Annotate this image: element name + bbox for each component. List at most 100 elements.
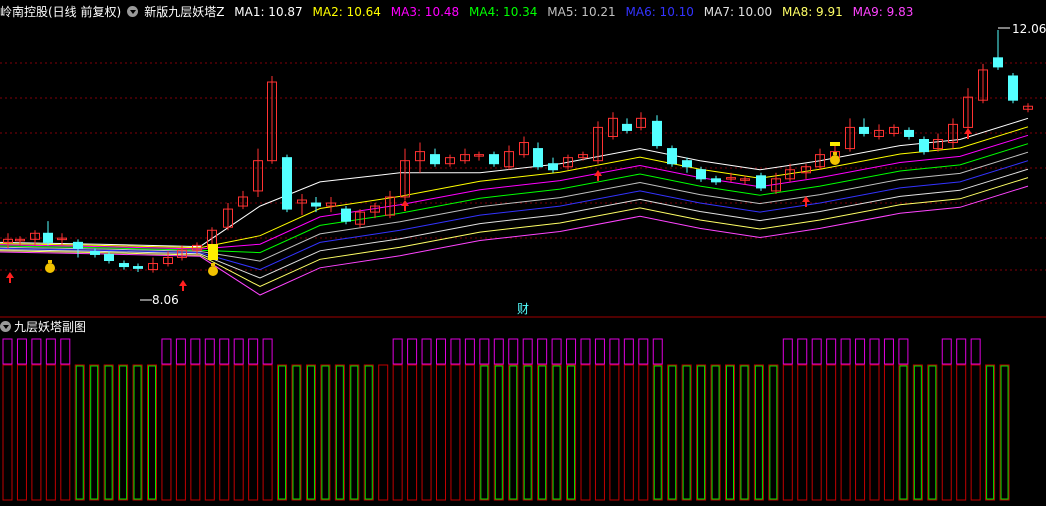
candle-body (73, 241, 83, 249)
sub-indicator-bar (320, 364, 331, 501)
sub-indicator-bar (652, 338, 663, 501)
candle-body (919, 139, 929, 153)
sub-indicator-bar (334, 364, 345, 501)
bar-body-segment (16, 364, 27, 501)
bar-top-segment (580, 338, 591, 365)
bar-body-segment (464, 364, 475, 501)
candle-body (993, 57, 1003, 68)
sub-indicator-chart[interactable] (0, 336, 1046, 506)
money-bag-body (45, 263, 55, 273)
bar-top-segment (652, 338, 663, 365)
bar-body-segment (31, 364, 42, 501)
money-bag-neck (211, 263, 215, 266)
candlestick (859, 118, 869, 137)
sub-indicator-bar (60, 338, 71, 501)
candlestick (667, 145, 677, 167)
bar-top-segment (16, 338, 27, 365)
sub-indicator-bar (927, 364, 938, 501)
sub-indicator-bar (277, 364, 288, 501)
bar-top-segment (826, 338, 837, 365)
bar-top-segment (956, 338, 967, 365)
candle-body (43, 232, 53, 243)
candlestick (282, 154, 292, 213)
candlestick (1008, 72, 1018, 104)
sub-indicator-bar (710, 364, 721, 501)
bar-top-segment (2, 338, 13, 365)
candle-body (696, 169, 706, 180)
main-candlestick-chart[interactable]: 12.06 8.06 财 (0, 0, 1046, 318)
candlestick (682, 157, 692, 173)
sub-chart-header: 九层妖塔副图 (0, 318, 1046, 336)
sub-indicator-bar (826, 338, 837, 501)
candlestick (238, 190, 248, 210)
sub-indicator-bar (970, 338, 981, 501)
candle-body (533, 148, 543, 168)
bar-inner-segment (986, 365, 995, 500)
buy-arrow-icon (6, 272, 14, 283)
bar-inner-segment (740, 365, 749, 500)
bar-body-segment (638, 364, 649, 501)
bar-inner-segment (769, 365, 778, 500)
bar-body-segment (175, 364, 186, 501)
sub-indicator-bar (161, 338, 172, 501)
candlestick (622, 118, 632, 134)
sub-indicator-bar (985, 364, 996, 501)
candle-body (1008, 75, 1018, 101)
sub-indicator-bar (190, 338, 201, 501)
bar-body-segment (941, 364, 952, 501)
bar-body-segment (840, 364, 851, 501)
candle-body (133, 266, 143, 269)
bar-top-segment (855, 338, 866, 365)
candle-body (667, 148, 677, 165)
high-price-label: 12.06 (1012, 22, 1046, 36)
sub-indicator-bar (811, 338, 822, 501)
candlestick (430, 148, 440, 167)
sub-indicator-bar (45, 338, 56, 501)
bar-inner-segment (350, 365, 359, 500)
bar-body-segment (623, 364, 634, 501)
bar-inner-segment (913, 365, 922, 500)
bar-top-segment (392, 338, 403, 365)
bar-body-segment (60, 364, 71, 501)
bar-top-segment (623, 338, 634, 365)
sub-indicator-bar (305, 364, 316, 501)
sub-indicator-bar (797, 338, 808, 501)
bar-top-segment (898, 338, 909, 365)
bar-inner-segment (538, 365, 547, 500)
bar-inner-segment (75, 365, 84, 500)
candlestick (400, 148, 410, 201)
sub-chart-title[interactable]: 九层妖塔副图 (14, 320, 86, 334)
sub-indicator-bar (956, 338, 967, 501)
candlestick (548, 157, 558, 173)
bar-top-segment (551, 338, 562, 365)
candlestick (756, 172, 766, 191)
bar-body-segment (378, 364, 389, 501)
candle-body (311, 202, 321, 207)
sub-indicator-bar (74, 364, 85, 501)
bar-body-segment (609, 364, 620, 501)
money-bag-icon (208, 263, 218, 276)
bar-body-segment (45, 364, 56, 501)
sub-indicator-bar (580, 338, 591, 501)
bar-top-segment (883, 338, 894, 365)
candlestick (253, 148, 263, 197)
sub-indicator-menu-icon[interactable] (0, 321, 11, 332)
sub-indicator-bar (233, 338, 244, 501)
cai-marker[interactable]: 财 (517, 302, 529, 316)
sub-indicator-bar (681, 364, 692, 501)
sub-indicator-bar (407, 338, 418, 501)
candlestick (978, 63, 988, 104)
candle-body (548, 163, 558, 171)
sub-indicator-bar (349, 364, 360, 501)
candlestick (636, 112, 646, 131)
candlestick (889, 124, 899, 137)
sub-indicator-bar (493, 338, 504, 501)
bar-inner-segment (697, 365, 706, 500)
candlestick (533, 142, 543, 170)
sub-indicator-bar (739, 364, 750, 501)
bar-top-segment (479, 338, 490, 365)
bar-top-segment (450, 338, 461, 365)
sub-indicator-bar (175, 338, 186, 501)
money-bag-body (830, 155, 840, 165)
bar-inner-segment (928, 365, 937, 500)
